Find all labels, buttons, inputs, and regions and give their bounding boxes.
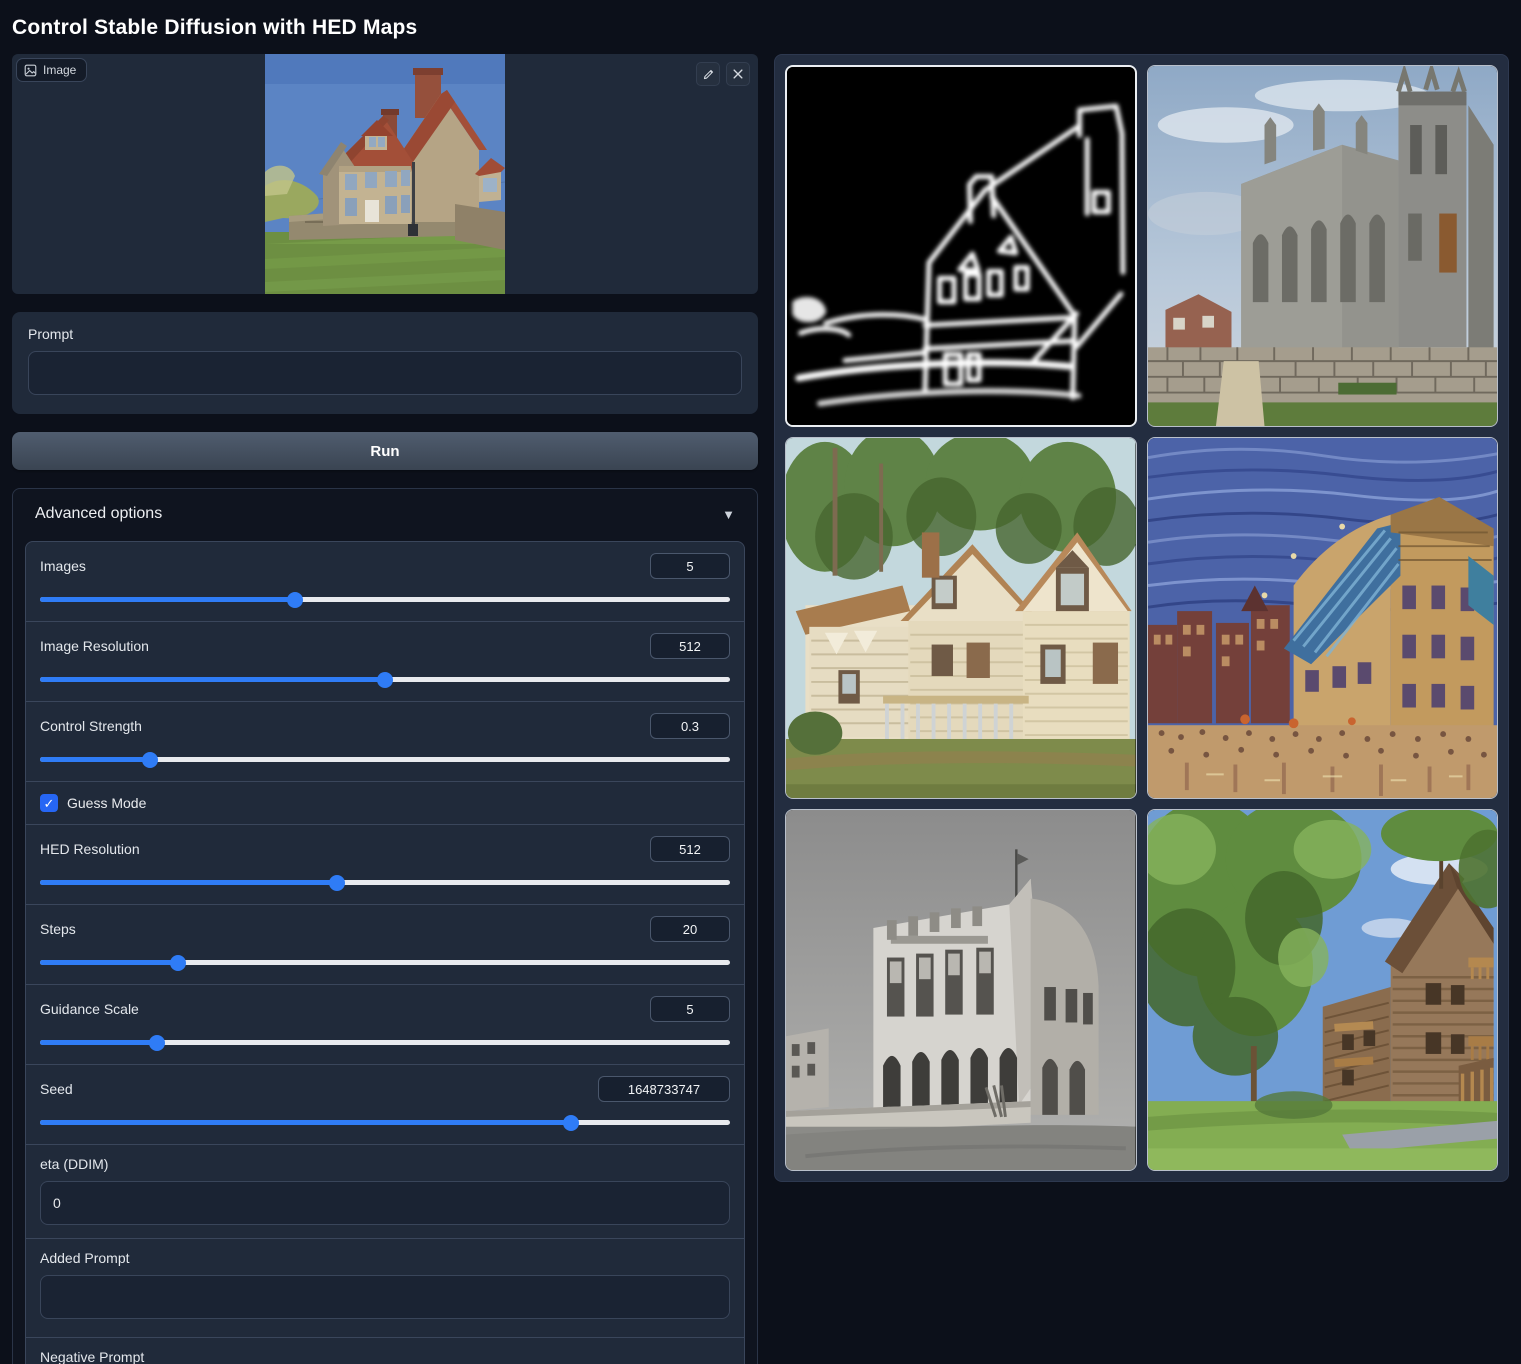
prompt-label: Prompt	[28, 326, 742, 342]
edit-image-button[interactable]	[696, 62, 720, 86]
guidance-scale-slider[interactable]	[40, 1035, 730, 1051]
slider-handle[interactable]	[329, 875, 345, 891]
seed-label: Seed	[40, 1081, 73, 1097]
app-root: Control Stable Diffusion with HED Maps I…	[0, 0, 1521, 1364]
slider-row-steps: Steps	[26, 904, 744, 984]
control-strength-value[interactable]	[650, 713, 730, 739]
negative-prompt-label: Negative Prompt	[40, 1349, 730, 1364]
guess-mode-checkbox-row[interactable]: ✓ Guess Mode	[26, 781, 744, 824]
advanced-options-group: Images Image Resolution	[25, 541, 745, 1364]
image-resolution-value[interactable]	[650, 633, 730, 659]
run-button[interactable]: Run	[12, 432, 758, 470]
wooden-house-image	[786, 438, 1136, 798]
uploaded-image[interactable]	[265, 54, 505, 294]
uploaded-house-photo	[265, 54, 505, 294]
page-title: Control Stable Diffusion with HED Maps	[12, 10, 1509, 54]
prompt-input[interactable]	[28, 351, 742, 395]
slider-handle[interactable]	[149, 1035, 165, 1051]
cathedral-image	[1148, 66, 1498, 426]
seed-value[interactable]	[598, 1076, 730, 1102]
image-resolution-slider[interactable]	[40, 672, 730, 688]
gallery-item-grayscale-building[interactable]	[785, 809, 1137, 1171]
advanced-options-title: Advanced options	[35, 505, 162, 523]
output-gallery	[774, 54, 1509, 1182]
gallery-item-hed-map[interactable]	[785, 65, 1137, 427]
slider-row-control-strength: Control Strength	[26, 701, 744, 781]
eta-ddim-label: eta (DDIM)	[40, 1156, 730, 1172]
slider-row-guidance-scale: Guidance Scale	[26, 984, 744, 1064]
guess-mode-label: Guess Mode	[67, 795, 146, 811]
slider-handle[interactable]	[377, 672, 393, 688]
steps-label: Steps	[40, 921, 76, 937]
close-icon	[732, 68, 744, 80]
images-value[interactable]	[650, 553, 730, 579]
steps-value[interactable]	[650, 916, 730, 942]
added-prompt-label: Added Prompt	[40, 1250, 730, 1266]
eta-ddim-input[interactable]	[40, 1181, 730, 1225]
added-prompt-row: Added Prompt	[26, 1238, 744, 1337]
painterly-building-image	[1148, 438, 1498, 798]
steps-slider[interactable]	[40, 955, 730, 971]
guess-mode-checkbox[interactable]: ✓	[40, 794, 58, 812]
slider-row-hed-resolution: HED Resolution	[26, 824, 744, 904]
negative-prompt-row: Negative Prompt	[26, 1337, 744, 1364]
slider-row-image-resolution: Image Resolution	[26, 621, 744, 701]
pencil-icon	[702, 68, 715, 81]
control-strength-slider[interactable]	[40, 752, 730, 768]
slider-row-seed: Seed	[26, 1064, 744, 1144]
hed-resolution-label: HED Resolution	[40, 841, 140, 857]
clear-image-button[interactable]	[726, 62, 750, 86]
chevron-down-icon: ▼	[722, 507, 735, 522]
guidance-scale-value[interactable]	[650, 996, 730, 1022]
slider-handle[interactable]	[142, 752, 158, 768]
images-slider[interactable]	[40, 592, 730, 608]
advanced-options-header[interactable]: Advanced options ▼	[25, 501, 745, 527]
hed-edge-map-image	[787, 67, 1135, 425]
eta-ddim-row: eta (DDIM)	[26, 1144, 744, 1238]
slider-handle[interactable]	[563, 1115, 579, 1131]
image-resolution-label: Image Resolution	[40, 638, 149, 654]
control-strength-label: Control Strength	[40, 718, 142, 734]
slider-row-images: Images	[26, 542, 744, 621]
slider-handle[interactable]	[170, 955, 186, 971]
gallery-item-painterly[interactable]	[1147, 437, 1499, 799]
added-prompt-input[interactable]	[40, 1275, 730, 1319]
gallery-item-rustic-house[interactable]	[1147, 809, 1499, 1171]
image-input-panel[interactable]: Image	[12, 54, 758, 294]
slider-handle[interactable]	[287, 592, 303, 608]
rustic-house-image	[1148, 810, 1498, 1170]
hed-resolution-slider[interactable]	[40, 875, 730, 891]
images-label: Images	[40, 558, 86, 574]
image-icon	[24, 64, 37, 77]
image-badge-label: Image	[43, 63, 76, 77]
gallery-item-cathedral[interactable]	[1147, 65, 1499, 427]
seed-slider[interactable]	[40, 1115, 730, 1131]
image-label-badge: Image	[16, 58, 87, 82]
guidance-scale-label: Guidance Scale	[40, 1001, 139, 1017]
grayscale-building-image	[786, 810, 1136, 1170]
advanced-options-panel: Advanced options ▼ Images	[12, 488, 758, 1364]
prompt-panel: Prompt	[12, 312, 758, 414]
hed-resolution-value[interactable]	[650, 836, 730, 862]
gallery-item-wooden-house[interactable]	[785, 437, 1137, 799]
controls-column: Image	[12, 54, 758, 1364]
